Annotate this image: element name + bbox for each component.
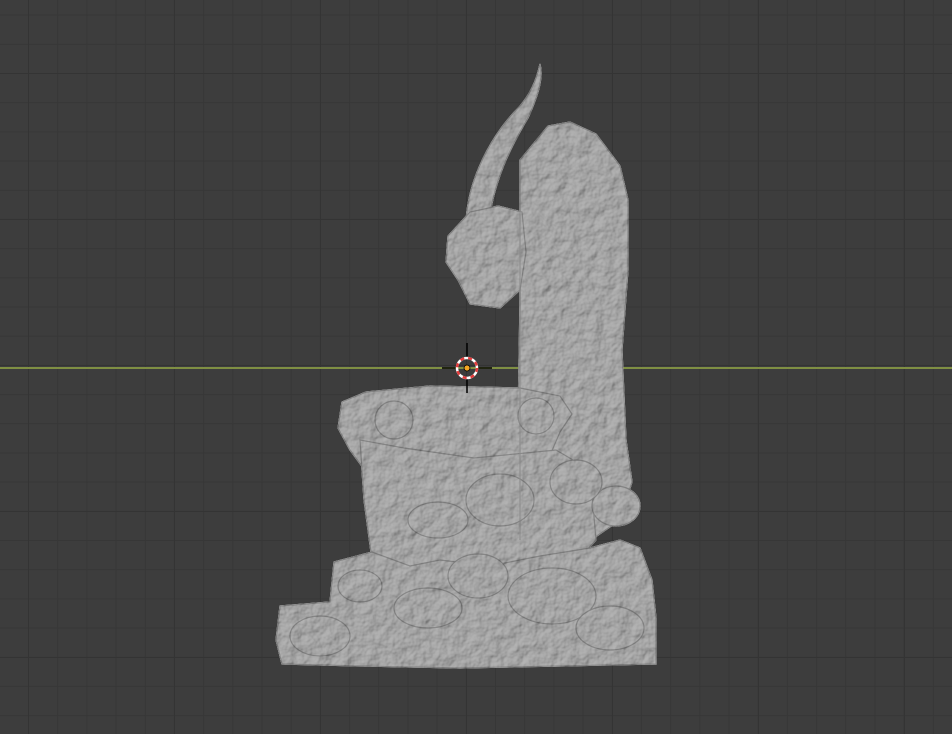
boulder: [289, 615, 351, 657]
boulder: [337, 569, 383, 603]
boulder: [407, 501, 469, 539]
armrest-sphere-right: [517, 397, 555, 435]
3d-viewport[interactable]: [0, 0, 952, 734]
boulder: [393, 587, 463, 629]
origin-dot-icon: [463, 364, 471, 372]
boulder: [575, 605, 645, 651]
3d-cursor-icon[interactable]: [442, 343, 492, 393]
boulder: [465, 473, 535, 527]
boulder: [549, 459, 603, 505]
demon-head: [445, 205, 527, 309]
boulder: [447, 553, 509, 599]
armrest-sphere-left: [374, 400, 414, 440]
